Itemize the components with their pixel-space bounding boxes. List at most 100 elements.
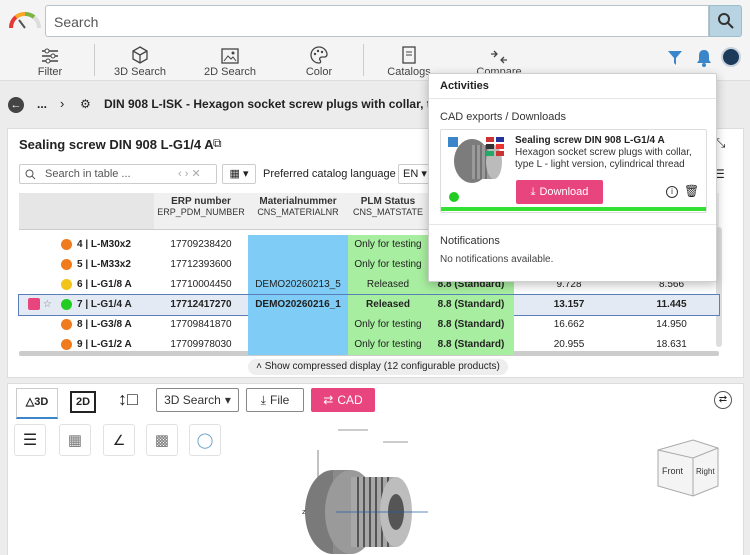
measure-button[interactable]: ∠ bbox=[103, 424, 135, 456]
plm-status-cell: Only for testing bbox=[348, 255, 428, 275]
header-title: Materialnummer bbox=[259, 196, 337, 207]
angle-icon: ∠ bbox=[112, 431, 126, 448]
search-icon bbox=[25, 169, 36, 180]
chevron-up-icon: ˄ bbox=[256, 361, 262, 372]
sync-icon[interactable]: ⇄ bbox=[714, 391, 732, 409]
column-header-plm[interactable]: PLM Status CNS_MATSTATE bbox=[348, 193, 428, 229]
standard-cell: 8.8 (Standard) bbox=[428, 315, 514, 335]
view-cube[interactable]: Front Right bbox=[648, 436, 728, 502]
download-icon: ⤓ bbox=[260, 392, 266, 407]
search-icon bbox=[717, 13, 734, 29]
dimension-icon[interactable]: ↕□ bbox=[118, 389, 138, 410]
panel-title: Sealing screw DIN 908 L-G1/4 A bbox=[19, 137, 214, 152]
download-button[interactable]: ⤓ Download bbox=[516, 180, 603, 204]
row-actions[interactable]: ☆ bbox=[25, 295, 55, 315]
language-select[interactable]: EN ▾ bbox=[398, 164, 430, 184]
table-row[interactable]: ☆ 7 | L-G1/4 A 17712417270 DEMO20260216_1 Re… bbox=[18, 294, 720, 316]
row-name: 9 | L-G1/2 A bbox=[77, 339, 132, 350]
material-number-cell: DEMO20260213_5 bbox=[248, 275, 348, 295]
list-view-button[interactable]: ☰ bbox=[14, 424, 46, 456]
catalog-icon bbox=[402, 46, 416, 64]
color-button[interactable]: Color bbox=[300, 40, 338, 78]
cube-front-label: Front bbox=[662, 466, 684, 476]
back-icon[interactable]: ← bbox=[8, 97, 24, 113]
list-icon: ☰ bbox=[22, 432, 38, 449]
user-icon[interactable] bbox=[721, 47, 741, 67]
status-dot bbox=[61, 279, 72, 290]
table-search-placeholder: Search in table ... bbox=[45, 168, 131, 180]
search-button[interactable] bbox=[709, 5, 742, 37]
erp-number-cell: 17710004450 bbox=[170, 279, 232, 290]
status-dot bbox=[61, 259, 72, 270]
tab-2d-label: 2D bbox=[75, 396, 91, 408]
section-button[interactable]: ▩ bbox=[146, 424, 178, 456]
cylinder-view-button[interactable]: ◯ bbox=[189, 424, 221, 456]
row-name: 8 | L-G3/8 A bbox=[77, 319, 132, 330]
table-row[interactable]: 8 | L-G3/8 A 17709841870 Only for testing 8… bbox=[19, 315, 719, 335]
value-cell: 16.662 bbox=[553, 319, 585, 330]
download-item-description: Hexagon socket screw plugs with collar, … bbox=[515, 147, 692, 170]
table-search-input[interactable]: Search in table ... ‹ › ✕ bbox=[19, 164, 217, 184]
3d-search-button[interactable]: 3D Search bbox=[112, 40, 168, 78]
tab-3d[interactable]: △3D bbox=[16, 388, 58, 419]
row-name: 6 | L-G1/8 A bbox=[77, 279, 132, 290]
language-value: EN bbox=[403, 168, 419, 180]
column-header-erp[interactable]: ERP number ERP_PDM_NUMBER bbox=[154, 193, 248, 229]
language-label: Preferred catalog language bbox=[263, 168, 396, 180]
2d-search-button[interactable]: 2D Search bbox=[201, 40, 259, 78]
search-input[interactable]: Search bbox=[45, 5, 709, 37]
cad-button[interactable]: ⇄ CAD bbox=[311, 388, 375, 412]
row-name: 7 | L-G1/4 A bbox=[77, 299, 132, 310]
material-number-cell bbox=[248, 315, 348, 335]
catalogs-button[interactable]: Catalogs bbox=[385, 40, 433, 78]
info-icon[interactable]: i bbox=[666, 186, 678, 198]
column-header-material[interactable]: Materialnummer CNS_MATERIALNR bbox=[248, 193, 348, 229]
value-cell: 13.157 bbox=[553, 299, 585, 310]
catalogs-label: Catalogs bbox=[387, 66, 431, 78]
section-cube-icon: ▩ bbox=[154, 432, 170, 449]
filter-icon bbox=[42, 48, 58, 64]
erp-number-cell: 17709978030 bbox=[170, 339, 232, 350]
header-sub: CNS_MATSTATE bbox=[352, 207, 423, 217]
tab-3d-label: 3D bbox=[34, 396, 49, 408]
breadcrumb-ellipsis[interactable]: ... bbox=[37, 97, 47, 111]
part-3d-model: z bbox=[302, 429, 428, 554]
status-dot bbox=[61, 339, 72, 350]
viewer-3d-search-button[interactable]: 3D Search ▾ bbox=[156, 388, 239, 412]
compressed-display-toggle[interactable]: ˄ Show compressed display (12 configurab… bbox=[248, 359, 508, 375]
compressed-display-label: Show compressed display (12 configurable… bbox=[264, 361, 500, 372]
cad-icon: ⇄ bbox=[323, 393, 334, 407]
breadcrumb-title: DIN 908 L-ISK - Hexagon socket screw plu… bbox=[104, 97, 480, 111]
bell-icon[interactable] bbox=[696, 49, 712, 70]
color-label: Color bbox=[305, 66, 333, 78]
wireframe-button[interactable]: ▦ bbox=[59, 424, 91, 456]
trash-icon[interactable]: 🗑 bbox=[684, 184, 699, 198]
standard-cell: 8.8 (Standard) bbox=[428, 335, 514, 355]
header-title: PLM Status bbox=[360, 196, 416, 207]
notifications-empty-text: No notifications available. bbox=[440, 254, 554, 265]
wireframe-icon: ▦ bbox=[67, 432, 83, 449]
part-icon: ⚙ bbox=[80, 97, 91, 111]
tab-2d[interactable]: 2D bbox=[70, 391, 96, 413]
filter-button[interactable]: Filter bbox=[30, 40, 70, 78]
funnel-icon[interactable] bbox=[667, 50, 683, 69]
copy-icon[interactable]: ⧉ bbox=[213, 136, 222, 151]
value-cell: 11.445 bbox=[656, 299, 687, 310]
erp-number-cell: 17709238420 bbox=[170, 239, 232, 250]
search-nav-icons[interactable]: ‹ › ✕ bbox=[178, 167, 201, 180]
notifications-title: Notifications bbox=[440, 235, 500, 247]
chevron-right-icon: › bbox=[60, 96, 65, 111]
svg-text:z: z bbox=[302, 508, 306, 516]
3d-search-label: 3D Search bbox=[114, 66, 166, 78]
plm-status-cell: Released bbox=[348, 295, 428, 315]
file-button[interactable]: ⤓ File bbox=[246, 388, 304, 412]
viewer-panel: △3D 2D ↕□ 3D Search ▾ ⤓ File ⇄ CAD ⇄ ☰ ▦ ∠… bbox=[7, 383, 744, 555]
columns-button[interactable]: ▦ ▾ bbox=[222, 164, 256, 184]
cad-label: CAD bbox=[337, 393, 363, 407]
filter-label: Filter bbox=[37, 66, 63, 78]
plm-status-cell: Only for testing bbox=[348, 235, 428, 255]
table-row[interactable]: 9 | L-G1/2 A 17709978030 Only for testing 8… bbox=[19, 335, 719, 355]
value-cell: 20.955 bbox=[553, 339, 585, 350]
downloads-section-title: CAD exports / Downloads bbox=[440, 111, 566, 123]
erp-number-cell: 17712417270 bbox=[170, 299, 232, 310]
